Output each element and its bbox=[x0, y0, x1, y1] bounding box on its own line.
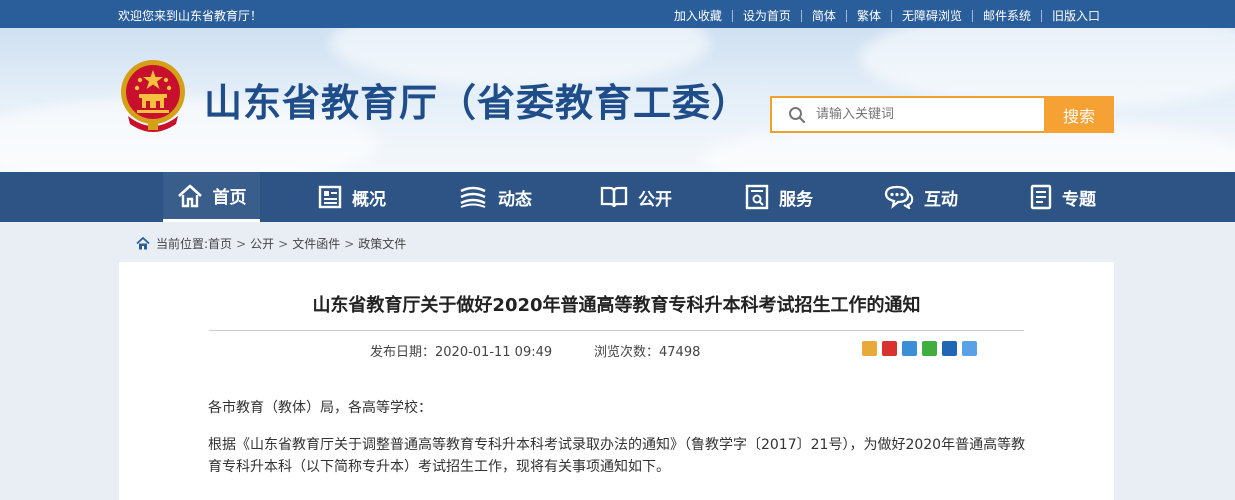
breadcrumb-documents[interactable]: 文件函件 bbox=[292, 235, 340, 252]
news-icon bbox=[460, 186, 486, 208]
topic-icon bbox=[1030, 184, 1052, 210]
home-icon bbox=[177, 184, 202, 207]
breadcrumb-home[interactable]: 首页 bbox=[208, 235, 232, 252]
share-bar bbox=[862, 341, 982, 356]
breadcrumb-separator: > bbox=[344, 236, 355, 251]
article-paragraph: 根据《山东省教育厅关于调整普通高等教育专科升本科考试录取办法的通知》（鲁教学字〔… bbox=[208, 437, 1026, 475]
nav-label: 专题 bbox=[1062, 189, 1096, 210]
service-icon bbox=[745, 184, 769, 210]
search-input[interactable] bbox=[816, 107, 1036, 122]
tencent-weibo-share-icon[interactable] bbox=[902, 341, 917, 356]
simplified-link[interactable]: 简体 bbox=[802, 7, 846, 24]
breadcrumb-separator: > bbox=[278, 236, 289, 251]
site-title[interactable]: 山东省教育厅（省委教育工委） bbox=[204, 72, 750, 127]
nav-label: 公开 bbox=[638, 189, 672, 210]
nav-item-service[interactable]: 服务 bbox=[745, 172, 813, 222]
weibo-share-icon[interactable] bbox=[882, 341, 897, 356]
set-homepage-link[interactable]: 设为首页 bbox=[733, 7, 801, 24]
chat-icon bbox=[884, 185, 914, 209]
breadcrumb-separator: > bbox=[236, 236, 247, 251]
article-panel: 山东省教育厅关于做好2020年普通高等教育专科升本科考试招生工作的通知 发布日期… bbox=[119, 262, 1114, 500]
nav-label: 服务 bbox=[779, 189, 813, 210]
more-share-icon[interactable] bbox=[962, 341, 977, 356]
national-emblem-icon[interactable] bbox=[118, 58, 188, 136]
article-title: 山东省教育厅关于做好2020年普通高等教育专科升本科考试招生工作的通知 bbox=[312, 295, 921, 316]
nav-item-home[interactable]: 首页 bbox=[163, 172, 260, 222]
wechat-share-icon[interactable] bbox=[922, 341, 937, 356]
welcome-text: 欢迎您来到山东省教育厅！ bbox=[118, 9, 263, 23]
main-nav: 首页 概况 动态 公开 服务 互动 专题 bbox=[0, 172, 1235, 222]
mail-system-link[interactable]: 邮件系统 bbox=[973, 7, 1041, 24]
nav-label: 概况 bbox=[352, 189, 386, 210]
site-header: 山东省教育厅（省委教育工委） 搜索 bbox=[0, 28, 1235, 172]
search-bar: 搜索 bbox=[770, 96, 1114, 133]
top-bar: 欢迎您来到山东省教育厅！ 加入收藏 设为首页 简体 繁体 无障碍浏览 邮件系统 … bbox=[0, 0, 1235, 28]
breadcrumb-public[interactable]: 公开 bbox=[250, 235, 274, 252]
add-favorite-link[interactable]: 加入收藏 bbox=[664, 7, 732, 24]
accessibility-link[interactable]: 无障碍浏览 bbox=[892, 7, 972, 24]
old-version-link[interactable]: 旧版入口 bbox=[1042, 7, 1110, 24]
nav-item-topic[interactable]: 专题 bbox=[1030, 172, 1096, 222]
breadcrumb-prefix: 当前位置: bbox=[156, 237, 209, 251]
home-icon bbox=[136, 237, 150, 250]
nav-label: 动态 bbox=[498, 189, 532, 210]
qzone-share-icon[interactable] bbox=[862, 341, 877, 356]
nav-item-interact[interactable]: 互动 bbox=[884, 172, 958, 222]
traditional-link[interactable]: 繁体 bbox=[847, 7, 891, 24]
breadcrumb: 当前位置: 首页 > 公开 > 文件函件 > 政策文件 bbox=[136, 235, 406, 252]
renren-share-icon[interactable] bbox=[942, 341, 957, 356]
search-box bbox=[770, 96, 1044, 133]
search-button[interactable]: 搜索 bbox=[1044, 96, 1114, 133]
nav-item-news[interactable]: 动态 bbox=[458, 172, 532, 222]
salutation: 各市教育（教体）局，各高等学校： bbox=[208, 400, 432, 416]
title-divider bbox=[209, 330, 1024, 331]
breadcrumb-policy-files[interactable]: 政策文件 bbox=[358, 235, 406, 252]
overview-icon bbox=[318, 185, 342, 209]
nav-label: 首页 bbox=[212, 188, 247, 208]
publish-date: 发布日期：2020-01-11 09:49 bbox=[370, 345, 553, 360]
top-links: 加入收藏 设为首页 简体 繁体 无障碍浏览 邮件系统 旧版入口 bbox=[664, 7, 1110, 24]
nav-item-public[interactable]: 公开 bbox=[600, 172, 672, 222]
book-icon bbox=[600, 186, 628, 208]
nav-item-overview[interactable]: 概况 bbox=[318, 172, 386, 222]
view-count: 浏览次数：47498 bbox=[594, 345, 701, 360]
search-icon bbox=[789, 106, 806, 123]
nav-label: 互动 bbox=[924, 189, 958, 210]
